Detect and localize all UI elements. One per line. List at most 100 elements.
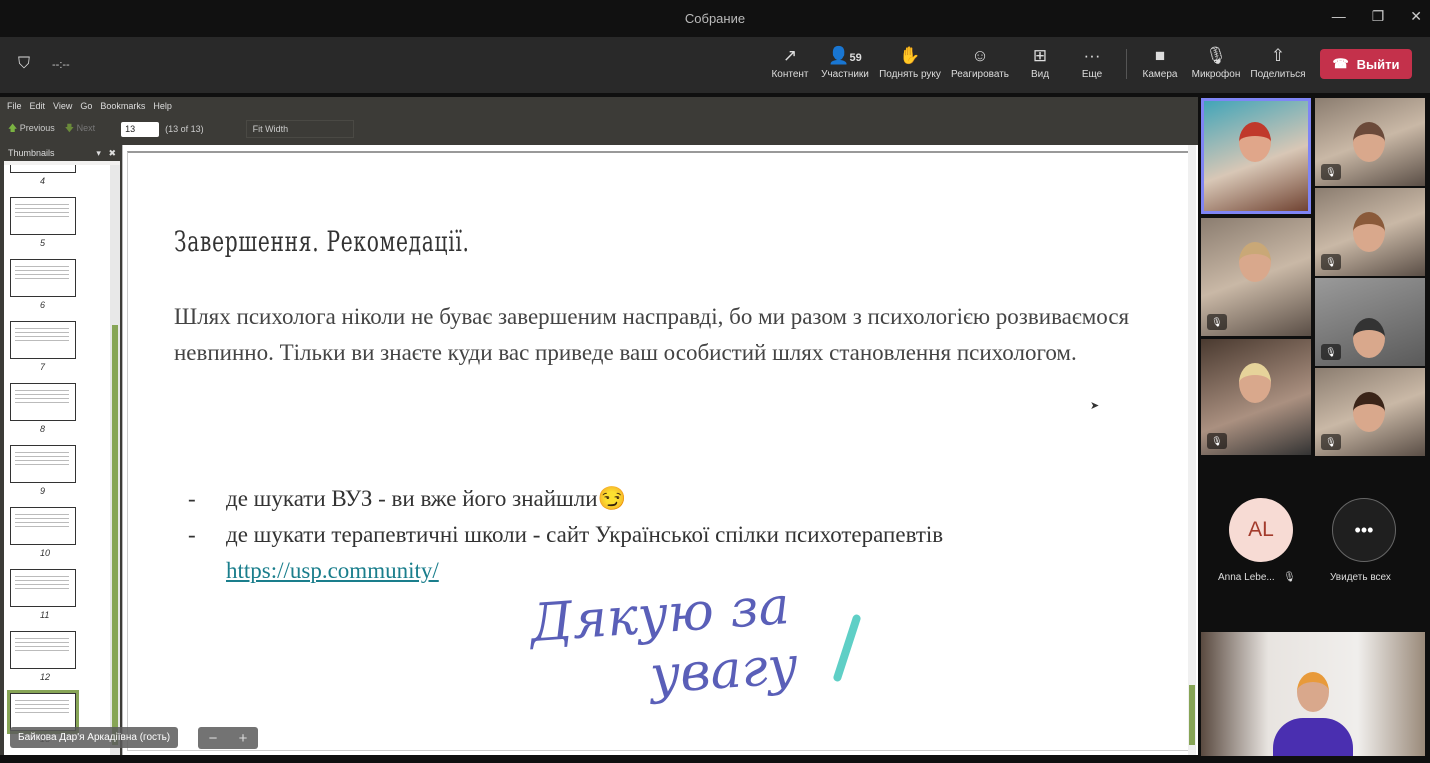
thumbnail-number: 6 — [40, 300, 46, 310]
menu-view[interactable]: View — [53, 101, 72, 113]
video-tile[interactable]: 🎙 — [1315, 188, 1425, 276]
shield-icon[interactable]: ⛉ — [18, 55, 30, 73]
button-label: Участники — [821, 69, 869, 80]
video-tile[interactable]: 🎙 — [1315, 278, 1425, 366]
bullet-item: де шукати ВУЗ - ви вже його знайшли😏 — [188, 481, 943, 517]
video-tile[interactable]: 🎙 — [1315, 368, 1425, 456]
more-icon: ··· — [1083, 46, 1101, 65]
sidebar-scrollbar[interactable] — [110, 165, 120, 755]
smiley-icon: ☺ — [971, 46, 989, 65]
share-content-icon: ↗ — [782, 46, 798, 65]
menu-help[interactable]: Help — [153, 101, 172, 113]
more-button[interactable]: ··· Еще — [1059, 45, 1125, 80]
menu-go[interactable]: Go — [80, 101, 92, 113]
bullet-item: де шукати терапевтичні школи - сайт Укра… — [188, 517, 943, 589]
thumbnail-list: 45678910111213 — [4, 165, 110, 755]
restore-button[interactable]: ❐ — [1372, 8, 1385, 25]
thumbnail-page[interactable] — [10, 197, 76, 235]
raise-hand-button[interactable]: ✋ Поднять руку — [877, 45, 943, 80]
page-number-input[interactable]: 13 — [121, 121, 160, 137]
thumbnail-page[interactable] — [10, 259, 76, 297]
participant-name: Anna Lebe... 🎙 — [1218, 572, 1296, 583]
see-all-label: Увидеть всех — [1330, 572, 1391, 583]
window-title: Собрание — [684, 11, 746, 26]
video-tile[interactable]: 🎙 — [1201, 339, 1311, 455]
thumbnail-page[interactable] — [10, 631, 76, 669]
avatar[interactable]: AL — [1229, 498, 1293, 562]
video-tile[interactable] — [1201, 98, 1311, 214]
self-video-tile[interactable] — [1201, 632, 1425, 756]
video-tile[interactable]: 🎙 — [1315, 98, 1425, 186]
participants-button[interactable]: 👤59 Участники — [812, 45, 878, 80]
react-button[interactable]: ☺ Реагировать — [947, 45, 1013, 80]
meeting-toolbar: ⛉ --:-- ↗ Контент 👤59 Участники ✋ Поднять р… — [0, 37, 1430, 93]
camera-icon: ■ — [1154, 46, 1166, 65]
meeting-timer: --:-- — [52, 59, 70, 71]
document-area: Завершення. Рекомедації. Шлях психолога … — [122, 145, 1198, 755]
zoom-controls: − + — [198, 727, 258, 749]
minimize-button[interactable]: — — [1332, 8, 1346, 25]
thumbnails-sidebar: Thumbnails▾ ✖ 45678910111213 — [4, 145, 120, 755]
sidebar-dropdown-icon[interactable]: ▾ — [96, 148, 101, 158]
document-scrollbar[interactable] — [1188, 145, 1196, 755]
title-bar: Собрание — ❐ ✕ — [0, 0, 1430, 37]
arrow-up-icon: 🡅 — [8, 123, 18, 133]
menu-bookmarks[interactable]: Bookmarks — [100, 101, 145, 113]
mic-off-icon: 🎙 — [1207, 314, 1227, 330]
more-icon: ••• — [1354, 519, 1374, 540]
bullet-list: де шукати ВУЗ - ви вже його знайшли😏 де … — [188, 481, 943, 589]
button-label: Реагировать — [950, 69, 1010, 80]
button-label: Поделиться — [1250, 69, 1306, 80]
pdf-toolbar: 🡅 Previous 🡇 Next 13 (13 of 13) Fit Widt… — [0, 117, 1198, 141]
sidebar-title: Thumbnails — [8, 148, 55, 158]
shared-pdf-viewer: File Edit View Go Bookmarks Help 🡅 Previ… — [0, 97, 1198, 755]
usp-link[interactable]: https://usp.community/ — [226, 558, 439, 583]
arrow-down-icon: 🡇 — [64, 123, 75, 133]
exclamation-mark — [832, 613, 862, 683]
grid-icon: ⊞ — [1032, 46, 1048, 65]
leave-button[interactable]: ☎ Выйти — [1320, 49, 1412, 79]
thumbnail-number: 10 — [40, 548, 51, 558]
phone-hangup-icon: ☎ — [1332, 56, 1349, 71]
button-label: Поднять руку — [879, 69, 941, 80]
see-all-button[interactable]: ••• — [1332, 498, 1396, 562]
hand-icon: ✋ — [899, 46, 921, 65]
button-label: Еще — [1081, 69, 1103, 80]
next-button[interactable]: 🡇 Next — [65, 121, 95, 137]
thumbnail-page[interactable] — [10, 569, 76, 607]
button-label: Микрофон — [1191, 69, 1241, 80]
slide-paragraph: Шлях психолога ніколи не буває завершени… — [174, 304, 1130, 365]
thumbnail-page[interactable] — [7, 690, 79, 734]
thumbnail-page[interactable] — [10, 165, 76, 173]
slide-title: Завершення. Рекомедації. — [174, 225, 470, 258]
zoom-out-button[interactable]: − — [209, 730, 218, 747]
thumbnail-page[interactable] — [10, 507, 76, 545]
zoom-in-button[interactable]: + — [239, 730, 248, 747]
previous-button[interactable]: 🡅 Previous — [8, 121, 55, 137]
button-label: Вид — [1030, 69, 1050, 80]
mic-off-icon: 🎙 — [1321, 254, 1341, 270]
thumbnail-number: 4 — [40, 176, 46, 186]
menu-file[interactable]: File — [7, 101, 22, 113]
close-button[interactable]: ✕ — [1410, 8, 1422, 25]
microphone-button[interactable]: 🎙 Микрофон — [1183, 45, 1249, 80]
mic-off-icon: 🎙 — [1321, 164, 1341, 180]
people-icon: 👤59 — [828, 46, 862, 65]
thumbnail-page[interactable] — [10, 321, 76, 359]
mic-off-icon: 🎙 — [1321, 434, 1341, 450]
thumbnail-page[interactable] — [10, 445, 76, 483]
participant-count: 59 — [849, 52, 862, 64]
video-tile[interactable]: 🎙 — [1201, 218, 1311, 336]
thumbnail-number: 5 — [40, 238, 46, 248]
thumbnail-page[interactable] — [10, 383, 76, 421]
button-label: Контент — [771, 69, 809, 80]
zoom-select[interactable]: Fit Width — [245, 120, 354, 138]
menu-edit[interactable]: Edit — [30, 101, 46, 113]
sidebar-close-icon[interactable]: ✖ — [108, 148, 116, 158]
thumbnail-number: 9 — [40, 486, 46, 496]
thumbnail-number: 12 — [40, 672, 51, 682]
thumbnail-number: 8 — [40, 424, 46, 434]
presenter-name: Байкова Дар'я Аркадіївна (гость) — [10, 727, 179, 748]
share-button[interactable]: ⇧ Поделиться — [1245, 45, 1311, 80]
share-icon: ⇧ — [1270, 46, 1286, 65]
